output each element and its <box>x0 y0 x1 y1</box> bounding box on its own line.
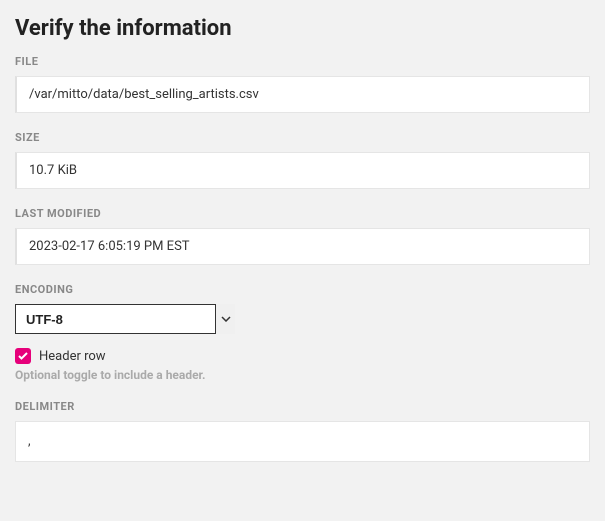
page-title: Verify the information <box>15 0 590 55</box>
header-row-label: Header row <box>39 349 106 364</box>
header-row-toggle[interactable]: Header row <box>15 348 590 364</box>
encoding-select[interactable]: UTF-8 <box>15 304 235 334</box>
header-row-helper: Optional toggle to include a header. <box>15 368 590 382</box>
last-modified-value: 2023-02-17 6:05:19 PM EST <box>15 228 590 265</box>
delimiter-input[interactable] <box>15 421 590 462</box>
delimiter-label: DELIMITER <box>15 400 590 413</box>
file-label: FILE <box>15 55 590 68</box>
size-value: 10.7 KiB <box>15 152 590 189</box>
size-label: SIZE <box>15 131 590 144</box>
encoding-label: ENCODING <box>15 283 590 296</box>
checkbox-checked-icon <box>15 348 31 364</box>
file-value: /var/mitto/data/best_selling_artists.csv <box>15 76 590 113</box>
last-modified-label: LAST MODIFIED <box>15 207 590 220</box>
